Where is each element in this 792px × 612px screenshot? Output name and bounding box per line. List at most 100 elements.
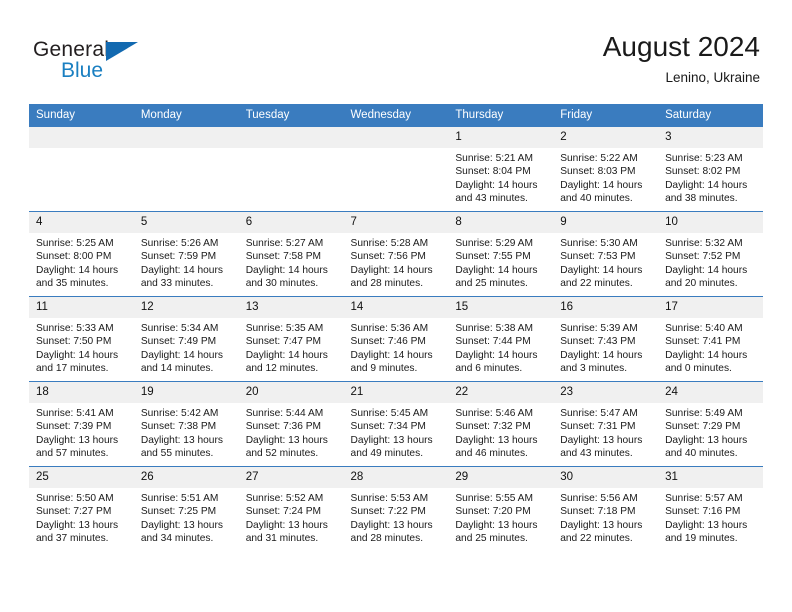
calendar-day-cell[interactable]: 18 Sunrise: 5:41 AM Sunset: 7:39 PM Dayligh… <box>29 381 134 467</box>
calendar-day-cell[interactable]: 30 Sunrise: 5:56 AM Sunset: 7:18 PM Dayligh… <box>553 466 659 551</box>
daylight-text-cont: and 25 minutes. <box>455 278 528 290</box>
daylight-text-cont: and 12 minutes. <box>245 363 319 375</box>
sunrise-text: Sunrise: 5:27 AM <box>245 238 324 249</box>
sunset-text: Sunset: 7:22 PM <box>350 506 426 518</box>
day-details: Sunrise: 5:38 AM Sunset: 7:44 PM Daylight:… <box>448 318 553 376</box>
daylight-text-cont: and 33 minutes. <box>140 278 214 290</box>
calendar-day-cell[interactable]: 1 Sunrise: 5:21 AM Sunset: 8:04 PM Daylight… <box>448 126 554 212</box>
day-details: Sunrise: 5:29 AM Sunset: 7:55 PM Daylight:… <box>448 233 553 291</box>
calendar-day-cell[interactable]: 3 Sunrise: 5:23 AM Sunset: 8:02 PM Daylight… <box>658 126 763 212</box>
daylight-text-cont: and 43 minutes. <box>455 193 528 205</box>
calendar-day-cell[interactable]: 17 Sunrise: 5:40 AM Sunset: 7:41 PM Dayligh… <box>658 296 763 382</box>
calendar-day-cell[interactable]: 29 Sunrise: 5:55 AM Sunset: 7:20 PM Dayligh… <box>448 466 554 551</box>
daylight-text-cont: and 6 minutes. <box>455 363 523 375</box>
calendar-day-cell[interactable]: 12 Sunrise: 5:34 AM Sunset: 7:49 PM Dayligh… <box>133 296 239 382</box>
sunrise-text: Sunrise: 5:23 AM <box>665 153 743 164</box>
daylight-text: Daylight: 13 hours <box>140 519 223 531</box>
day-details: Sunrise: 5:45 AM Sunset: 7:34 PM Daylight:… <box>344 403 449 461</box>
calendar-day-cell[interactable]: 28 Sunrise: 5:53 AM Sunset: 7:22 PM Dayligh… <box>343 466 449 551</box>
calendar-day-cell[interactable]: 20 Sunrise: 5:44 AM Sunset: 7:36 PM Dayligh… <box>238 381 344 467</box>
calendar-day-cell[interactable]: 16 Sunrise: 5:39 AM Sunset: 7:43 PM Dayligh… <box>553 296 659 382</box>
daylight-text-cont: and 28 minutes. <box>350 278 424 290</box>
sunrise-text: Sunrise: 5:21 AM <box>455 153 533 164</box>
daylight-text: Daylight: 13 hours <box>36 434 119 446</box>
sunset-text: Sunset: 7:43 PM <box>560 336 636 348</box>
sunrise-text: Sunrise: 5:29 AM <box>455 238 533 249</box>
sunrise-text: Sunrise: 5:47 AM <box>560 408 638 419</box>
sunset-text: Sunset: 7:50 PM <box>36 336 112 348</box>
calendar-day-cell[interactable]: 23 Sunrise: 5:47 AM Sunset: 7:31 PM Dayligh… <box>553 381 659 467</box>
daylight-text: Daylight: 14 hours <box>350 264 433 276</box>
calendar-day-cell[interactable]: 5 Sunrise: 5:26 AM Sunset: 7:59 PM Daylight… <box>133 211 239 297</box>
day-details: Sunrise: 5:44 AM Sunset: 7:36 PM Daylight:… <box>239 403 344 461</box>
daylight-text: Daylight: 13 hours <box>455 519 538 531</box>
daylight-text: Daylight: 14 hours <box>245 264 328 276</box>
weekday-header-thursday: Thursday <box>448 104 554 127</box>
sunrise-text: Sunrise: 5:46 AM <box>455 408 533 419</box>
daylight-text: Daylight: 14 hours <box>455 179 538 191</box>
calendar-day-cell[interactable]: 10 Sunrise: 5:32 AM Sunset: 7:52 PM Dayligh… <box>658 211 763 297</box>
sunrise-text: Sunrise: 5:33 AM <box>36 323 114 334</box>
calendar-day-cell[interactable]: 22 Sunrise: 5:46 AM Sunset: 7:32 PM Dayligh… <box>448 381 554 467</box>
daylight-text-cont: and 57 minutes. <box>36 448 109 460</box>
daylight-text: Daylight: 14 hours <box>665 349 748 361</box>
calendar-day-cell[interactable]: 19 Sunrise: 5:42 AM Sunset: 7:38 PM Dayligh… <box>133 381 239 467</box>
sunset-text: Sunset: 7:38 PM <box>140 421 217 433</box>
sunset-text: Sunset: 8:02 PM <box>665 166 741 178</box>
day-number: 13 <box>238 297 344 318</box>
sunset-text: Sunset: 7:55 PM <box>455 251 531 263</box>
calendar-body: 1 Sunrise: 5:21 AM Sunset: 8:04 PM Daylight… <box>29 126 763 551</box>
calendar-day-cell[interactable]: 11 Sunrise: 5:33 AM Sunset: 7:50 PM Dayligh… <box>29 296 134 382</box>
daylight-text: Daylight: 13 hours <box>350 434 433 446</box>
daylight-text-cont: and 3 minutes. <box>560 363 628 375</box>
daylight-text-cont: and 40 minutes. <box>665 448 738 460</box>
sunrise-text: Sunrise: 5:28 AM <box>350 238 429 249</box>
calendar-day-cell[interactable]: 24 Sunrise: 5:49 AM Sunset: 7:29 PM Dayligh… <box>658 381 763 467</box>
daylight-text: Daylight: 13 hours <box>665 434 748 446</box>
calendar-day-cell[interactable]: 13 Sunrise: 5:35 AM Sunset: 7:47 PM Dayligh… <box>238 296 344 382</box>
daylight-text: Daylight: 14 hours <box>665 264 748 276</box>
calendar-day-cell[interactable]: 9 Sunrise: 5:30 AM Sunset: 7:53 PM Daylight… <box>553 211 659 297</box>
day-details: Sunrise: 5:41 AM Sunset: 7:39 PM Daylight:… <box>29 403 134 461</box>
day-number: 14 <box>343 297 449 318</box>
sunset-text: Sunset: 7:59 PM <box>140 251 217 263</box>
calendar-day-cell[interactable]: 2 Sunrise: 5:22 AM Sunset: 8:03 PM Daylight… <box>553 126 659 212</box>
sunset-text: Sunset: 7:36 PM <box>245 421 322 433</box>
day-number: 24 <box>658 382 763 403</box>
calendar-day-cell[interactable]: 25 Sunrise: 5:50 AM Sunset: 7:27 PM Dayligh… <box>29 466 134 551</box>
daylight-text: Daylight: 14 hours <box>455 264 538 276</box>
sunrise-text: Sunrise: 5:49 AM <box>665 408 743 419</box>
sunset-text: Sunset: 8:03 PM <box>560 166 636 178</box>
calendar-day-cell[interactable]: 26 Sunrise: 5:51 AM Sunset: 7:25 PM Dayligh… <box>133 466 239 551</box>
sunrise-text: Sunrise: 5:50 AM <box>36 493 114 504</box>
brand-logo[interactable]: General Blue <box>33 38 233 92</box>
daylight-text: Daylight: 14 hours <box>140 264 223 276</box>
calendar-day-cell[interactable]: 21 Sunrise: 5:45 AM Sunset: 7:34 PM Dayligh… <box>343 381 449 467</box>
calendar-day-cell[interactable]: 7 Sunrise: 5:28 AM Sunset: 7:56 PM Daylight… <box>343 211 449 297</box>
sunrise-text: Sunrise: 5:34 AM <box>140 323 219 334</box>
calendar-day-cell[interactable]: 27 Sunrise: 5:52 AM Sunset: 7:24 PM Dayligh… <box>238 466 344 551</box>
calendar-cell-empty <box>238 126 344 212</box>
calendar-day-cell[interactable]: 8 Sunrise: 5:29 AM Sunset: 7:55 PM Daylight… <box>448 211 554 297</box>
day-details: Sunrise: 5:50 AM Sunset: 7:27 PM Daylight:… <box>29 488 134 546</box>
day-details: Sunrise: 5:51 AM Sunset: 7:25 PM Daylight:… <box>134 488 239 546</box>
day-details: Sunrise: 5:27 AM Sunset: 7:58 PM Daylight:… <box>239 233 344 291</box>
day-details: Sunrise: 5:32 AM Sunset: 7:52 PM Daylight:… <box>658 233 763 291</box>
daylight-text-cont: and 49 minutes. <box>350 448 424 460</box>
calendar-cell-empty <box>343 126 449 212</box>
day-number <box>133 127 239 148</box>
sunset-text: Sunset: 8:00 PM <box>36 251 112 263</box>
calendar-day-cell[interactable]: 15 Sunrise: 5:38 AM Sunset: 7:44 PM Dayligh… <box>448 296 554 382</box>
sunrise-text: Sunrise: 5:55 AM <box>455 493 533 504</box>
sunset-text: Sunset: 7:52 PM <box>665 251 741 263</box>
calendar-day-cell[interactable]: 4 Sunrise: 5:25 AM Sunset: 8:00 PM Daylight… <box>29 211 134 297</box>
sunrise-text: Sunrise: 5:56 AM <box>560 493 638 504</box>
day-number: 21 <box>343 382 449 403</box>
calendar-day-cell[interactable]: 31 Sunrise: 5:57 AM Sunset: 7:16 PM Dayligh… <box>658 466 763 551</box>
title-block: August 2024 Lenino, Ukraine <box>603 30 760 88</box>
day-number: 19 <box>133 382 239 403</box>
calendar-day-cell[interactable]: 6 Sunrise: 5:27 AM Sunset: 7:58 PM Daylight… <box>238 211 344 297</box>
sunrise-text: Sunrise: 5:51 AM <box>140 493 219 504</box>
daylight-text: Daylight: 13 hours <box>560 519 643 531</box>
calendar-day-cell[interactable]: 14 Sunrise: 5:36 AM Sunset: 7:46 PM Dayligh… <box>343 296 449 382</box>
